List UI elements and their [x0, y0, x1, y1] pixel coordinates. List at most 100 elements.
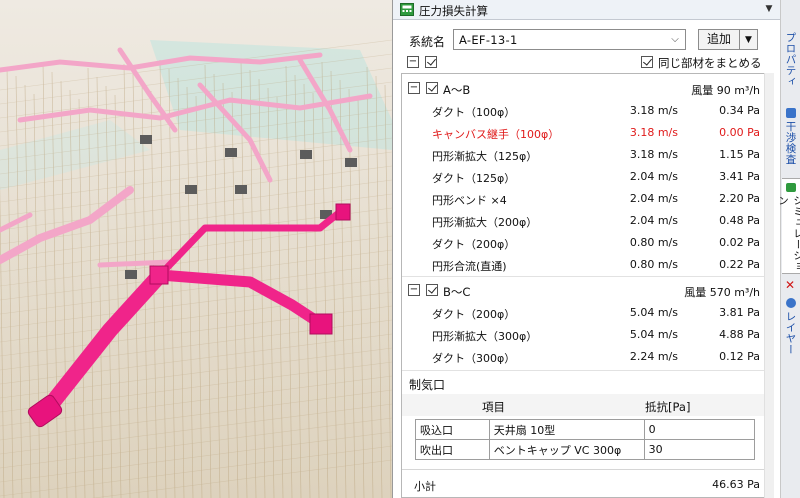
component-name: ダクト（125φ） — [432, 172, 516, 185]
pressure-loss-value: 0.00 Pa — [719, 126, 760, 139]
pressure-loss-value: 2.20 Pa — [719, 192, 760, 205]
velocity-value: 3.18 m/s — [629, 104, 678, 117]
component-name: 円形漸拡大（200φ） — [432, 216, 538, 229]
simulation-icon — [786, 183, 796, 192]
collapse-section-button[interactable]: − — [408, 82, 420, 94]
3d-viewport[interactable] — [0, 0, 392, 498]
loss-row[interactable]: 円形漸拡大（125φ） 3.18 m/s 1.15 Pa — [402, 143, 770, 165]
pressure-loss-panel: 圧力損失計算 ▼ 系統名 A-EF-13-1 ⌵ 追加 ▼ − 同じ部材をまとめ… — [392, 0, 781, 498]
velocity-value: 2.24 m/s — [629, 350, 678, 363]
loss-row[interactable]: 円形漸拡大（300φ） 5.04 m/s 4.88 Pa — [402, 323, 770, 345]
pressure-loss-value: 4.88 Pa — [719, 328, 760, 341]
collapse-all-button[interactable]: − — [407, 56, 419, 68]
tab-label: レイヤー — [784, 311, 797, 355]
damper-type: 吹出口 — [415, 439, 490, 460]
component-name: 円形漸拡大（125φ） — [432, 150, 538, 163]
close-tab-icon[interactable]: ✕ — [785, 278, 795, 292]
layer-icon — [786, 298, 796, 308]
section-flow: 風量 90 m³/h — [691, 84, 760, 97]
tab-label: プロパティ — [784, 32, 797, 87]
chevron-down-icon: ▼ — [765, 4, 773, 14]
interference-icon — [786, 108, 796, 118]
collapse-section-button[interactable]: − — [408, 284, 420, 296]
damper-grid-header — [402, 394, 770, 416]
loss-list: − A～B 風量 90 m³/h ダクト（100φ） 3.18 m/s 0.34 P… — [401, 73, 771, 498]
merge-same-checkbox[interactable] — [641, 56, 653, 68]
section-divider — [402, 276, 770, 277]
tab-label: 干渉検査 — [784, 121, 797, 165]
component-name: キャンバス継手（100φ） — [432, 128, 560, 141]
component-name: ダクト（200φ） — [432, 238, 516, 251]
section-flow: 風量 570 m³/h — [684, 286, 760, 299]
calculator-icon — [400, 3, 414, 16]
select-all-checkbox[interactable] — [425, 56, 437, 68]
minus-icon: − — [409, 284, 419, 295]
pressure-loss-value: 1.15 Pa — [719, 148, 760, 161]
system-name-select[interactable]: A-EF-13-1 ⌵ — [453, 29, 686, 50]
damper-col-item: 項目 — [482, 400, 505, 414]
section-checkbox[interactable] — [426, 284, 438, 296]
velocity-value: 3.18 m/s — [629, 126, 678, 139]
add-button[interactable]: 追加 — [698, 29, 740, 50]
damper-row[interactable]: 吸込口 天井扇 10型 0 — [415, 419, 756, 440]
velocity-value: 5.04 m/s — [629, 306, 678, 319]
section-divider — [402, 370, 770, 371]
panel-title: 圧力損失計算 — [419, 4, 488, 18]
damper-resistance[interactable]: 0 — [643, 419, 756, 440]
pressure-loss-value: 0.48 Pa — [719, 214, 760, 227]
damper-type: 吸込口 — [415, 419, 490, 440]
velocity-value: 2.04 m/s — [629, 192, 678, 205]
damper-resistance[interactable]: 30 — [643, 439, 756, 460]
component-name: 円形合流(直通) — [432, 260, 507, 273]
tab-label: シミュレーション — [777, 194, 800, 272]
loss-row[interactable]: ダクト（300φ） 2.24 m/s 0.12 Pa — [402, 345, 770, 367]
pressure-loss-value: 0.12 Pa — [719, 350, 760, 363]
tab-properties[interactable]: プロパティ — [782, 28, 800, 98]
loss-row[interactable]: 円形漸拡大（200φ） 2.04 m/s 0.48 Pa — [402, 209, 770, 231]
section-checkbox[interactable] — [426, 82, 438, 94]
damper-model[interactable]: ベントキャップ VC 300φ — [488, 439, 645, 460]
damper-col-resistance: 抵抗[Pa] — [645, 400, 691, 414]
tab-simulation[interactable]: シミュレーション — [777, 178, 800, 274]
velocity-value: 2.04 m/s — [629, 214, 678, 227]
loss-row[interactable]: ダクト（200φ） 5.04 m/s 3.81 Pa — [402, 301, 770, 323]
pressure-loss-value: 3.81 Pa — [719, 306, 760, 319]
section-header-b-c[interactable]: − B～C 風量 570 m³/h — [402, 280, 770, 300]
loss-row[interactable]: ダクト（100φ） 3.18 m/s 0.34 Pa — [402, 99, 770, 121]
damper-model[interactable]: 天井扇 10型 — [488, 419, 645, 440]
section-name: A～B — [443, 83, 471, 97]
side-tab-strip: プロパティ 干渉検査 シミュレーション ✕ レイヤー — [777, 0, 800, 498]
tab-interference[interactable]: 干渉検査 — [782, 104, 800, 170]
velocity-value: 2.04 m/s — [629, 170, 678, 183]
component-name: 円形ベンド ×4 — [432, 194, 507, 207]
component-name: ダクト（100φ） — [432, 106, 516, 119]
damper-grid: 吸込口 天井扇 10型 0 吹出口 ベントキャップ VC 300φ 30 — [415, 419, 756, 460]
chevron-down-icon: ⌵ — [671, 34, 679, 45]
loss-row[interactable]: 円形合流(直通) 0.80 m/s 0.22 Pa — [402, 253, 770, 275]
velocity-value: 3.18 m/s — [629, 148, 678, 161]
section-name: B～C — [443, 285, 471, 299]
system-name-label: 系統名 — [409, 35, 446, 49]
merge-same-label: 同じ部材をまとめる — [658, 56, 762, 70]
loss-row[interactable]: キャンバス継手（100φ） 3.18 m/s 0.00 Pa — [402, 121, 770, 143]
list-scrollbar[interactable] — [764, 73, 774, 498]
pressure-loss-value: 0.34 Pa — [719, 104, 760, 117]
velocity-value: 0.80 m/s — [629, 258, 678, 271]
duct-model-render[interactable] — [0, 0, 392, 498]
panel-menu-button[interactable]: ▼ — [761, 2, 777, 17]
pressure-loss-value: 0.22 Pa — [719, 258, 760, 271]
add-dropdown-button[interactable]: ▼ — [740, 29, 758, 50]
damper-label: 制気口 — [409, 378, 446, 392]
component-name: 円形漸拡大（300φ） — [432, 330, 538, 343]
tab-layer[interactable]: レイヤー — [782, 294, 800, 360]
section-header-a-b[interactable]: − A～B 風量 90 m³/h — [402, 78, 770, 98]
component-name: ダクト（200φ） — [432, 308, 516, 321]
minus-icon: − — [408, 56, 418, 67]
system-name-value: A-EF-13-1 — [459, 33, 518, 47]
loss-row[interactable]: ダクト（125φ） 2.04 m/s 3.41 Pa — [402, 165, 770, 187]
damper-row[interactable]: 吹出口 ベントキャップ VC 300φ 30 — [415, 439, 756, 460]
velocity-value: 0.80 m/s — [629, 236, 678, 249]
loss-row[interactable]: 円形ベンド ×4 2.04 m/s 2.20 Pa — [402, 187, 770, 209]
subtotal-label: 小計 — [414, 480, 436, 493]
loss-row[interactable]: ダクト（200φ） 0.80 m/s 0.02 Pa — [402, 231, 770, 253]
